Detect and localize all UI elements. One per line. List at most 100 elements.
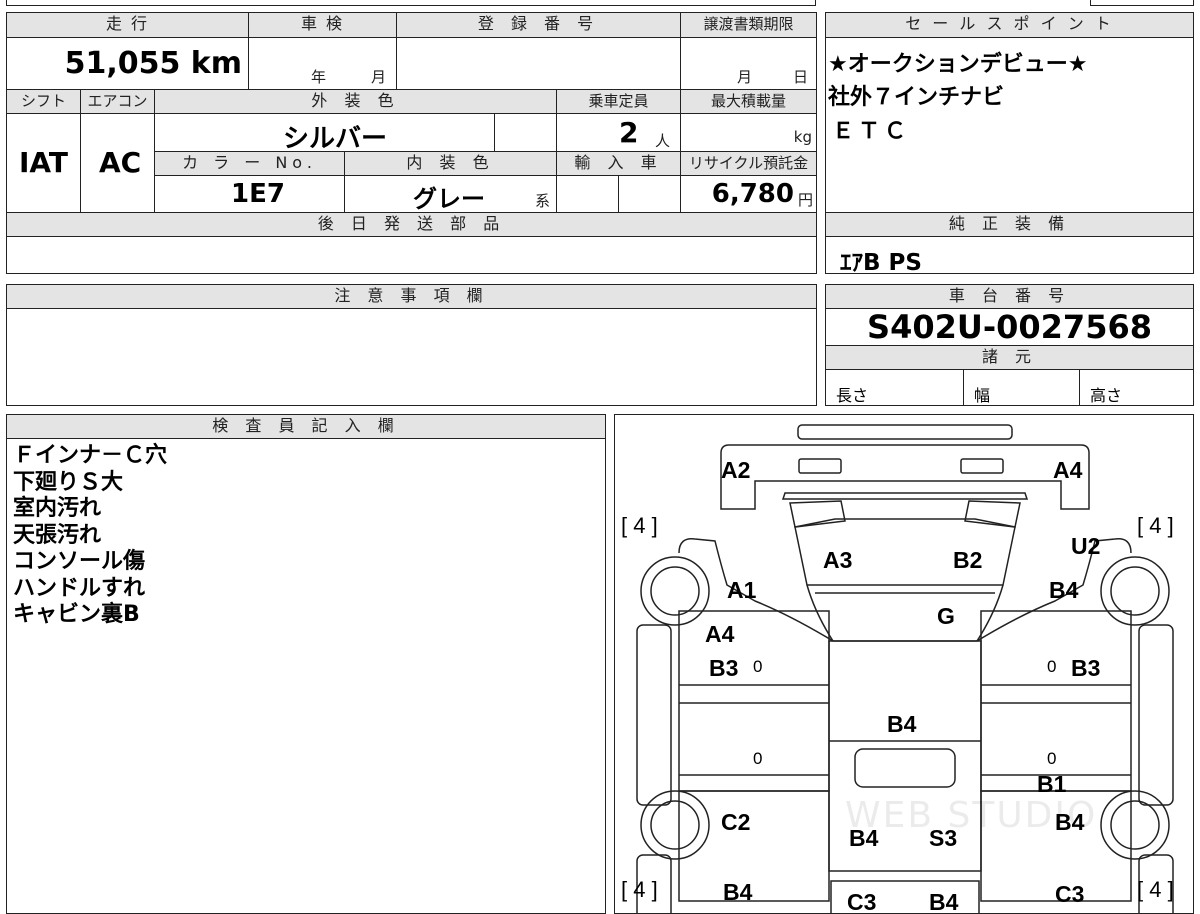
code-c3-bottom-right: C3 [1055,881,1085,907]
transfer-month-unit: 月 [737,68,753,86]
import-label: 輸 入 車 [557,152,681,176]
tire-mark-front-left: [ 4 ] [621,513,658,538]
code-a2: A2 [721,457,751,483]
zero-mark-4: 0 [1047,749,1057,768]
exterior-extra-cell [495,114,557,152]
import-cell-b [619,176,681,212]
aircon-value: AC [99,146,142,179]
code-b1: B1 [1037,771,1067,797]
tire-mark-rear-left: [ 4 ] [621,877,658,902]
inspector-box: 検 査 員 記 入 欄 Ｆインナ－Ｃ穴 下廻りＳ大 室内汚れ 天張汚れ コンソー… [6,414,606,914]
spec-width-label: 幅 [974,386,991,405]
sales-points-label: セ ー ル ス ポ イ ン ト [826,13,1193,38]
transfer-cell: 月 日 [681,38,816,90]
interior-color-value: グレー [413,185,485,213]
specs-label: 諸 元 [826,346,1193,370]
recycle-unit: 円 [797,191,813,209]
interior-suffix: 系 [535,192,551,210]
exterior-color-value: シルバー [283,124,388,154]
capacity-unit: 人 [655,132,671,150]
code-b3-right: B3 [1071,655,1101,681]
recycle-cell: 6,780 円 [681,176,816,212]
notes-box: 注 意 事 項 欄 [6,284,817,406]
tire-mark-front-right: [ 4 ] [1137,513,1174,538]
genuine-equipment-label: 純 正 装 備 [826,213,1193,237]
spec-length-label: 長さ [836,386,869,405]
code-b4-center: B4 [887,711,917,737]
interior-color-cell: グレー 系 [345,176,557,213]
spec-width: 幅 [964,370,1080,405]
later-parts-box: 後 日 発 送 部 品 [6,212,817,274]
shift-value: IAT [19,146,69,179]
shaken-label: 車 検 [249,13,397,38]
sales-point-line-3: ＥＴＣ [832,119,911,144]
code-a4-top: A4 [1053,457,1083,483]
capacity-label: 乗車定員 [557,90,681,114]
recycle-fee: 6,780 [711,179,794,209]
inspector-notes: Ｆインナ－Ｃ穴 下廻りＳ大 室内汚れ 天張汚れ コンソール傷 ハンドルすれ キャ… [13,443,167,629]
code-b4-bottom-center: B4 [929,889,959,914]
chassis-number: S402U-0027568 [826,309,1193,346]
capacity-value: 2 [619,116,639,149]
max-load-unit: kg [793,128,812,146]
transfer-day-unit: 日 [793,68,809,86]
inspector-line-5: コンソール傷 [13,549,146,574]
code-b4-right: B4 [1049,577,1079,603]
code-b4-bottom-left: B4 [723,879,753,905]
code-c2: C2 [721,809,751,835]
exterior-color-label: 外 装 色 [155,90,557,114]
code-b3-left: B3 [709,655,739,681]
exterior-color-cell: シルバー [155,114,495,154]
inspector-line-7: キャビン裏B [13,602,140,627]
damage-diagram-box: [ 4 ] [ 4 ] [ 4 ] [ 4 ] 0 0 0 0 A2 A4 A3… [614,414,1194,914]
shaken-year-unit: 年 [311,68,327,86]
genuine-equipment-box: 純 正 装 備 ｴｱB PS [825,212,1194,276]
color-no-cell: 1E7 [155,176,345,212]
inspector-label: 検 査 員 記 入 欄 [7,415,605,439]
inspector-line-1: Ｆインナ－Ｃ穴 [13,443,168,468]
inspector-line-4: 天張汚れ [13,522,102,548]
zero-mark-1: 0 [753,657,763,676]
watermark: WEB STUDIO [845,795,1098,836]
zero-mark-3: 0 [753,749,763,768]
shaken-cell: 年 月 [249,38,397,90]
chassis-label: 車 台 番 号 [826,285,1193,309]
tire-mark-rear-right: [ 4 ] [1137,877,1174,902]
mileage-cell: 51,055 km [7,38,249,90]
code-a1: A1 [727,577,757,603]
spec-height-label: 高さ [1090,386,1123,405]
max-load-cell: kg [681,114,816,152]
registration-cell [397,38,681,90]
notes-label: 注 意 事 項 欄 [7,285,816,309]
mileage-label: 走 行 [7,13,249,38]
shift-cell: IAT [7,114,81,212]
code-u2: U2 [1071,533,1101,559]
code-a4-left: A4 [705,621,735,647]
color-no-value: 1E7 [231,179,285,209]
sales-point-line-1: ★オークションデビュー★ [828,52,1088,77]
sales-point-line-2: 社外７インチナビ [828,85,1005,110]
aircon-label: エアコン [81,90,155,114]
registration-label: 登 録 番 号 [397,13,681,38]
top-strip-right [1090,0,1194,6]
inspector-line-3: 室内汚れ [13,496,102,521]
top-strip [6,0,816,6]
truck-outline-diagram [636,424,1174,913]
inspector-line-2: 下廻りＳ大 [13,469,124,495]
vehicle-info-box: 走 行 車 検 登 録 番 号 譲渡書類期限 51,055 km 年 月 月 日… [6,12,817,213]
code-b2: B2 [953,547,983,573]
mileage-value: 51,055 km [64,46,242,81]
color-no-label: カ ラ ー No. [155,152,345,176]
inspector-line-6: ハンドルすれ [13,575,146,601]
transfer-label: 譲渡書類期限 [681,13,816,38]
capacity-cell: 2 人 [557,114,681,152]
shift-label: シフト [7,90,81,114]
later-parts-label: 後 日 発 送 部 品 [7,213,816,237]
spec-height: 高さ [1080,370,1193,405]
import-cell-a [557,176,619,212]
code-g: G [937,603,955,629]
shaken-month-unit: 月 [371,68,387,86]
genuine-equipment-value: ｴｱB PS [840,250,922,276]
max-load-label: 最大積載量 [681,90,816,114]
code-a3: A3 [823,547,853,573]
